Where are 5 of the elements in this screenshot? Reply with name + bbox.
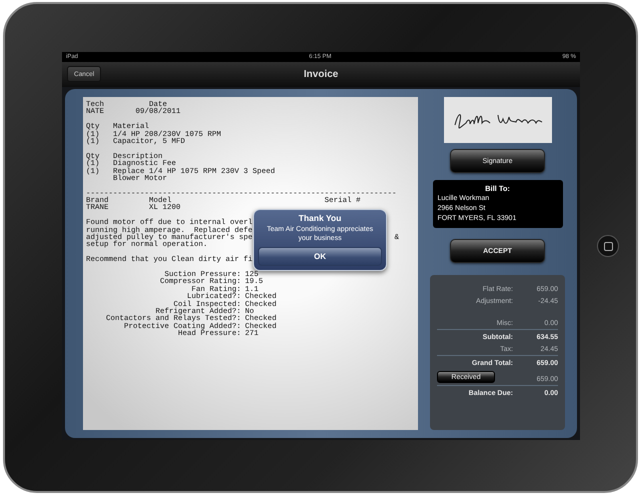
screen-title: Invoice [304, 69, 338, 80]
home-button[interactable] [597, 235, 619, 257]
alert-title: Thank You [298, 213, 342, 223]
signature-pad[interactable] [444, 97, 552, 143]
ok-button[interactable]: OK [258, 247, 382, 266]
